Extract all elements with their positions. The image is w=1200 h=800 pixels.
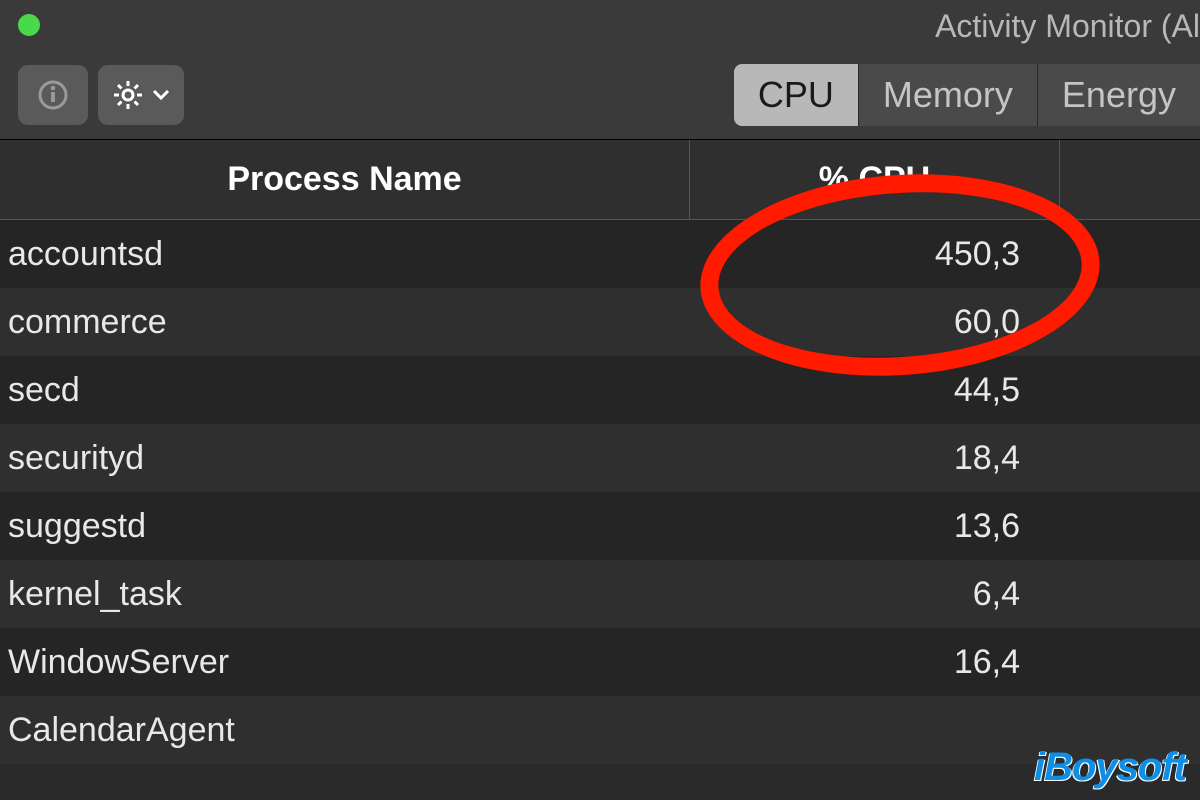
table-row[interactable]: commerce 60,0 <box>0 288 1200 356</box>
process-name-cell: accountsd <box>0 235 690 274</box>
column-header-process-name[interactable]: Process Name <box>0 140 690 219</box>
tab-memory[interactable]: Memory <box>859 64 1038 126</box>
table-row[interactable]: securityd 18,4 <box>0 424 1200 492</box>
table-row[interactable]: secd 44,5 <box>0 356 1200 424</box>
process-cpu-cell: 6,4 <box>690 575 1060 614</box>
toolbar: CPU Memory Energy <box>0 50 1200 140</box>
process-name-cell: CalendarAgent <box>0 711 690 750</box>
tab-cpu[interactable]: CPU <box>734 64 859 126</box>
column-header-cpu-pct[interactable]: % CPU <box>690 140 1060 219</box>
gear-icon <box>112 79 144 111</box>
info-icon <box>38 80 68 110</box>
process-name-cell: commerce <box>0 303 690 342</box>
table-row[interactable]: suggestd 13,6 <box>0 492 1200 560</box>
actions-button[interactable] <box>98 65 184 125</box>
table-row[interactable]: WindowServer 16,4 <box>0 628 1200 696</box>
process-cpu-cell: 13,6 <box>690 507 1060 546</box>
process-cpu-cell: 44,5 <box>690 371 1060 410</box>
window-title: Activity Monitor (Al <box>935 8 1200 45</box>
process-name-cell: WindowServer <box>0 643 690 682</box>
process-name-cell: suggestd <box>0 507 690 546</box>
traffic-light-green[interactable] <box>18 14 40 36</box>
process-table-body: accountsd 450,3 commerce 60,0 secd 44,5 … <box>0 220 1200 764</box>
resource-tabs: CPU Memory Energy <box>734 64 1200 126</box>
tab-energy[interactable]: Energy <box>1038 64 1200 126</box>
process-cpu-cell: 60,0 <box>690 303 1060 342</box>
table-row[interactable]: accountsd 450,3 <box>0 220 1200 288</box>
process-name-cell: secd <box>0 371 690 410</box>
process-cpu-cell: 450,3 <box>690 235 1060 274</box>
table-header: Process Name % CPU <box>0 140 1200 220</box>
table-row[interactable]: kernel_task 6,4 <box>0 560 1200 628</box>
process-cpu-cell: 16,4 <box>690 643 1060 682</box>
process-name-cell: securityd <box>0 439 690 478</box>
chevron-down-icon <box>152 89 170 101</box>
info-button[interactable] <box>18 65 88 125</box>
process-cpu-cell: 18,4 <box>690 439 1060 478</box>
titlebar: Activity Monitor (Al <box>0 0 1200 50</box>
process-name-cell: kernel_task <box>0 575 690 614</box>
table-row[interactable]: CalendarAgent <box>0 696 1200 764</box>
